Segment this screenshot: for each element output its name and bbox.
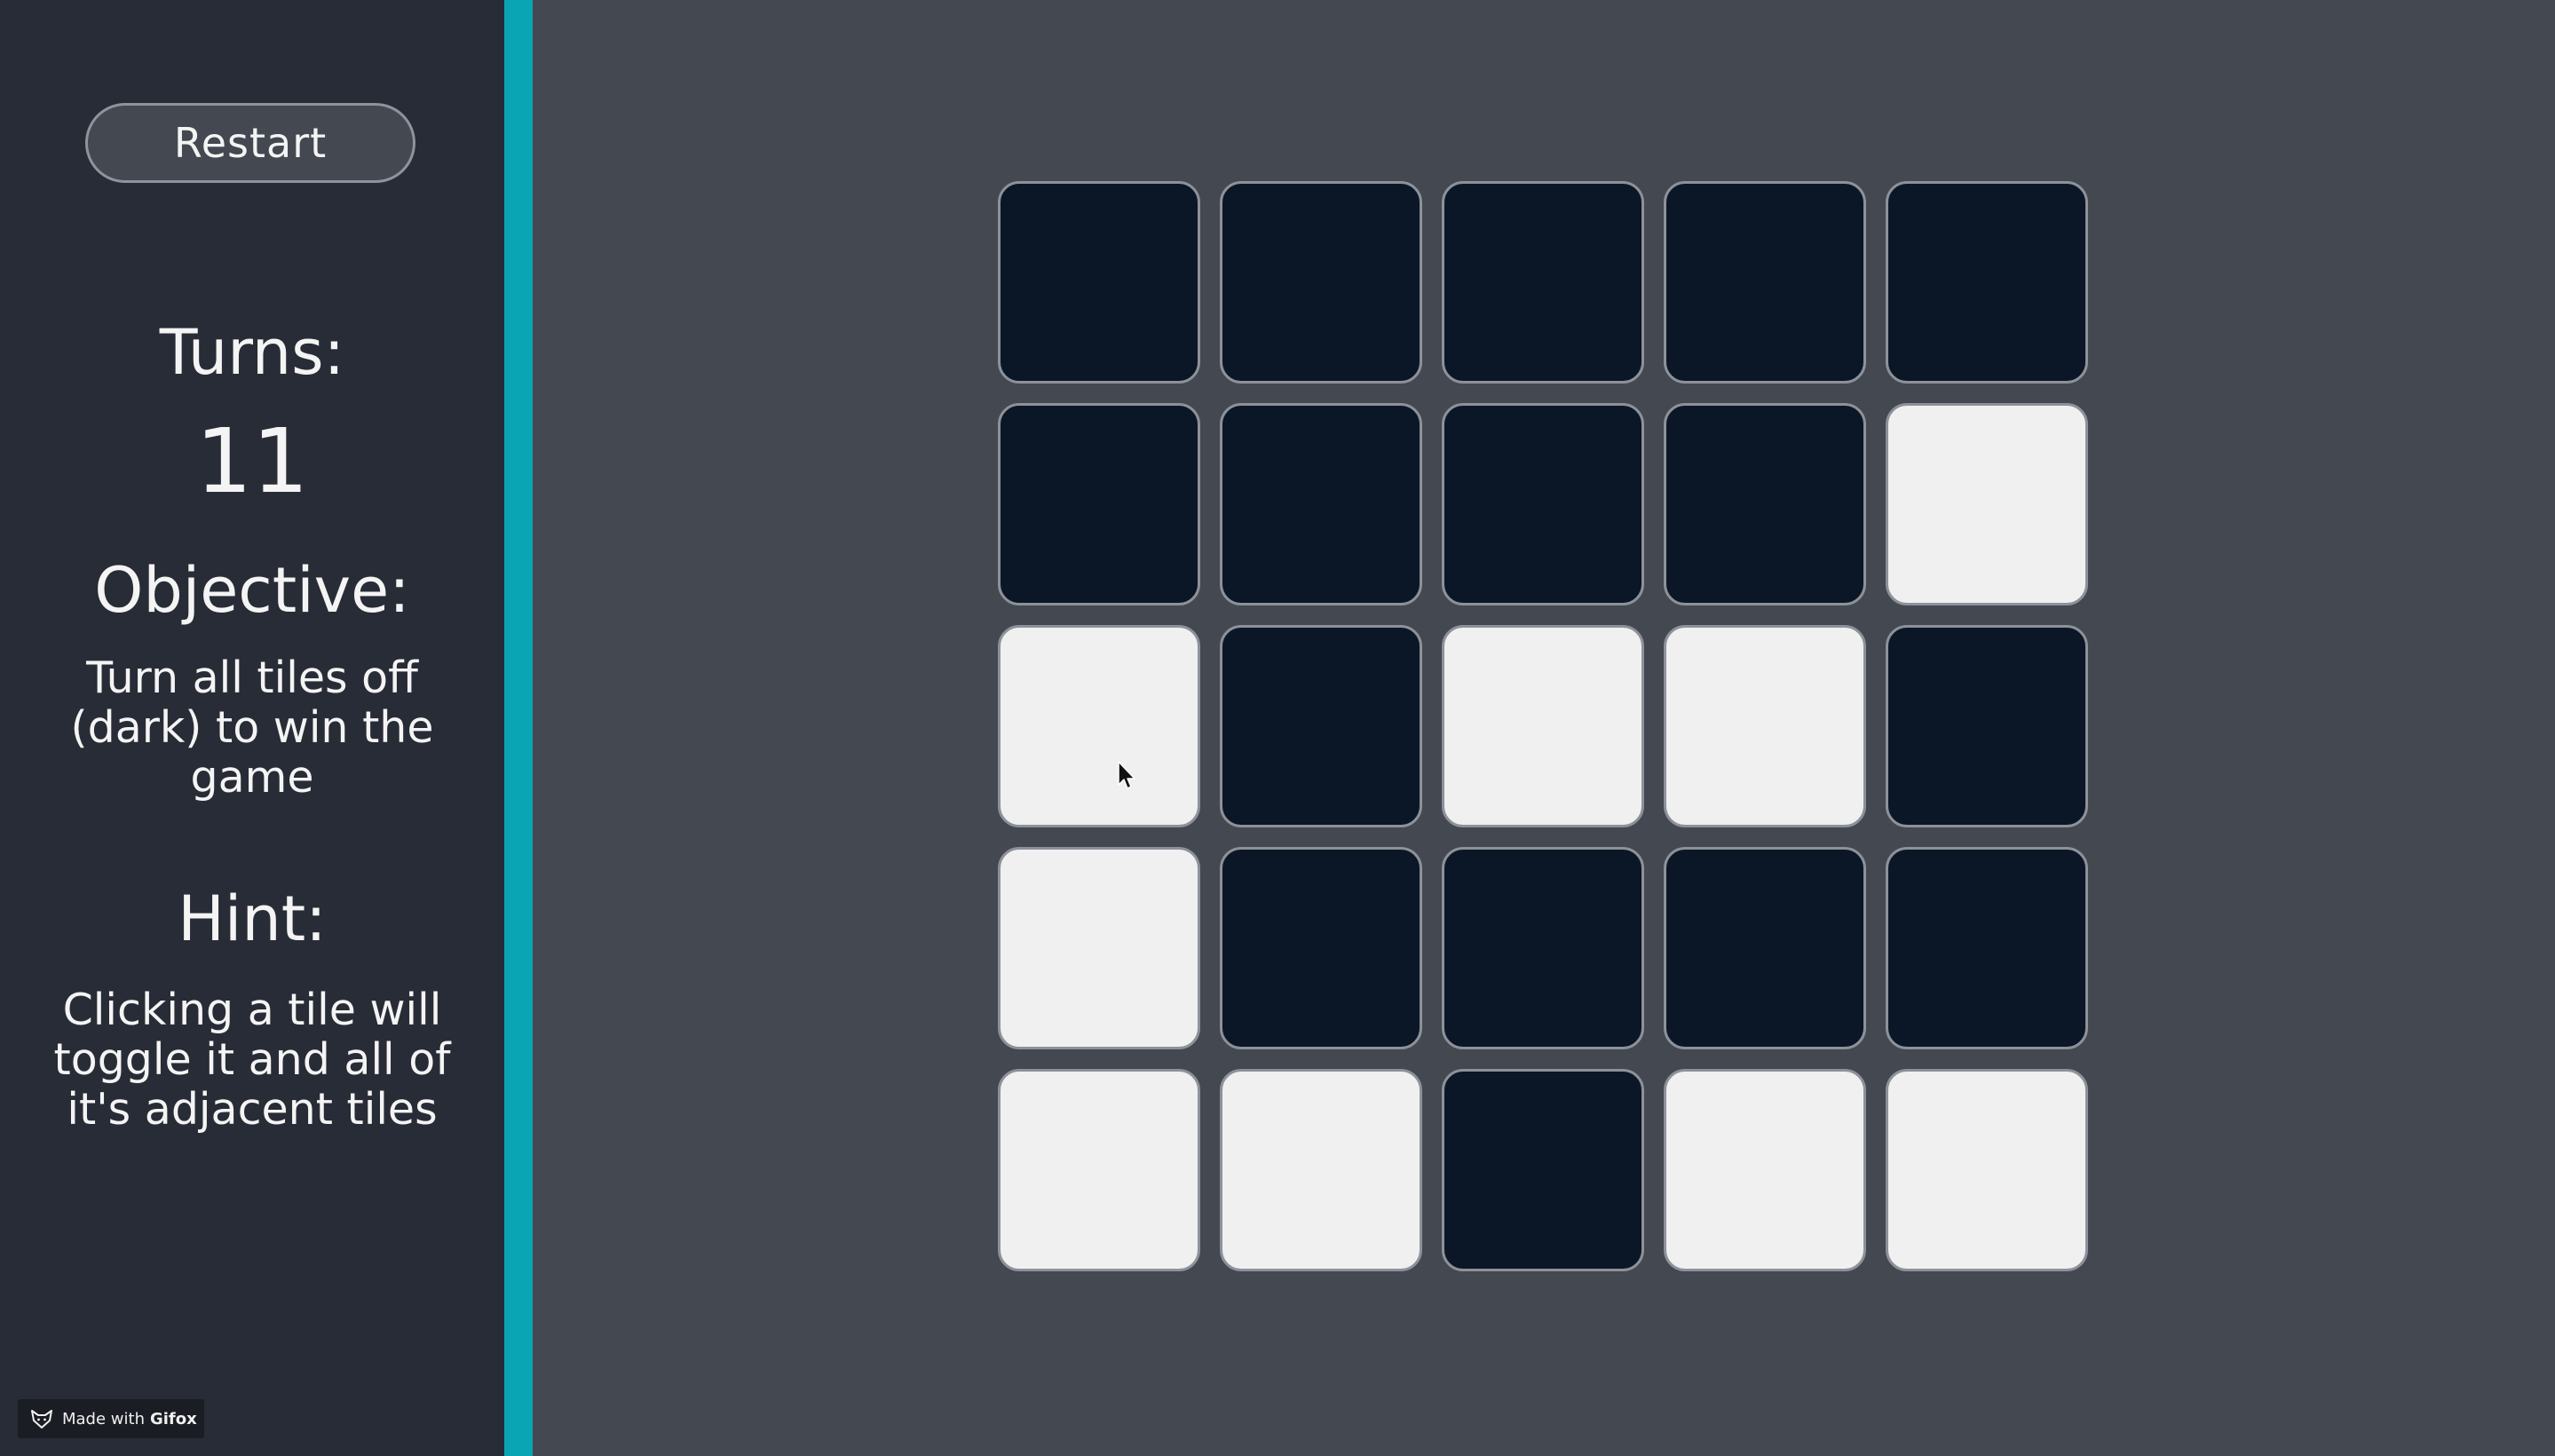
objective-text: Turn all tiles off (dark) to win the gam… xyxy=(70,653,434,803)
restart-button[interactable]: Restart xyxy=(85,103,415,183)
hint-text: Clicking a tile will toggle it and all o… xyxy=(53,985,451,1135)
tile-r5-c4[interactable] xyxy=(1664,1069,1866,1271)
badge-brand: Gifox xyxy=(149,1409,197,1428)
tile-r1-c1[interactable] xyxy=(998,181,1200,384)
objective-heading: Objective: xyxy=(94,554,410,627)
tile-r1-c2[interactable] xyxy=(1220,181,1422,384)
tile-r4-c3[interactable] xyxy=(1442,847,1644,1049)
badge-prefix: Made with xyxy=(62,1409,145,1428)
tile-r2-c3[interactable] xyxy=(1442,403,1644,605)
turns-counter: 11 xyxy=(195,409,309,513)
tile-board xyxy=(998,181,2088,1271)
tile-r2-c5[interactable] xyxy=(1886,403,2088,605)
fox-icon xyxy=(31,1410,52,1428)
tile-r3-c1[interactable] xyxy=(998,625,1200,827)
tile-r3-c3[interactable] xyxy=(1442,625,1644,827)
tile-r1-c4[interactable] xyxy=(1664,181,1866,384)
made-with-gifox-badge: Made with Gifox xyxy=(18,1399,204,1438)
tile-r5-c5[interactable] xyxy=(1886,1069,2088,1271)
tile-r4-c1[interactable] xyxy=(998,847,1200,1049)
tile-r1-c3[interactable] xyxy=(1442,181,1644,384)
tile-r2-c4[interactable] xyxy=(1664,403,1866,605)
hint-heading: Hint: xyxy=(178,882,327,955)
tile-r5-c3[interactable] xyxy=(1442,1069,1644,1271)
tile-r5-c2[interactable] xyxy=(1220,1069,1422,1271)
tile-r5-c1[interactable] xyxy=(998,1069,1200,1271)
turns-label: Turns: xyxy=(159,316,345,389)
accent-divider xyxy=(504,0,533,1456)
tile-r3-c2[interactable] xyxy=(1220,625,1422,827)
mouse-cursor-icon xyxy=(1118,761,1135,789)
tile-r2-c2[interactable] xyxy=(1220,403,1422,605)
tile-r3-c4[interactable] xyxy=(1664,625,1866,827)
tile-r2-c1[interactable] xyxy=(998,403,1200,605)
tile-r4-c2[interactable] xyxy=(1220,847,1422,1049)
sidebar: Restart Turns: 11 Objective: Turn all ti… xyxy=(0,0,504,1456)
tile-r3-c5[interactable] xyxy=(1886,625,2088,827)
tile-r1-c5[interactable] xyxy=(1886,181,2088,384)
tile-r4-c5[interactable] xyxy=(1886,847,2088,1049)
tile-r4-c4[interactable] xyxy=(1664,847,1866,1049)
